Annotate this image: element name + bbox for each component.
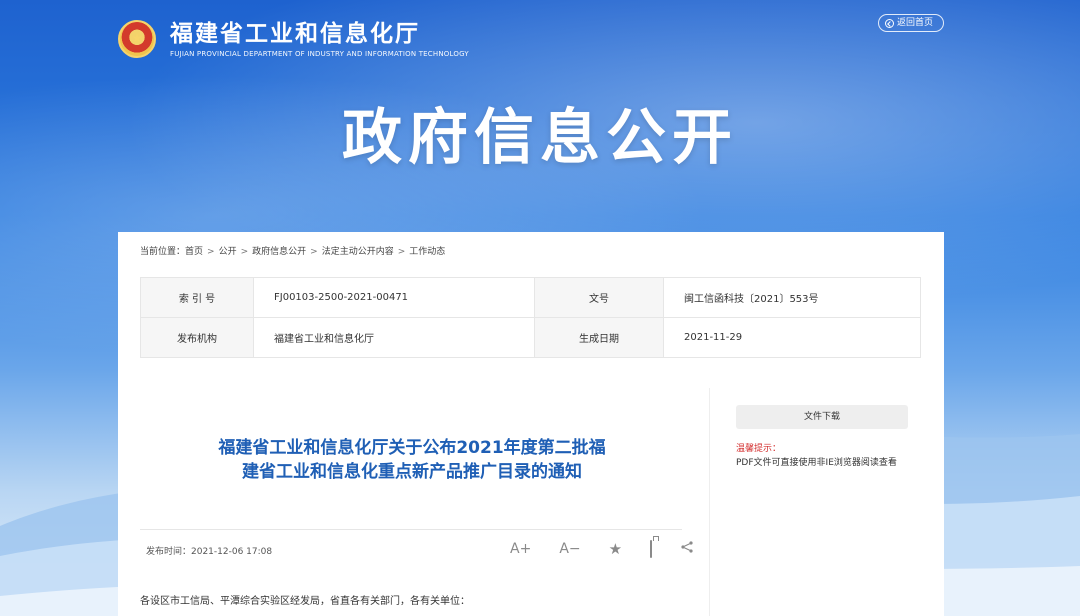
date-value: 2021-11-29 [663,317,921,358]
document-meta-table: 索 引 号 FJ00103-2500-2021-00471 文号 闽工信函科技〔… [140,277,921,358]
share-button[interactable] [674,540,700,558]
print-button[interactable] [644,540,658,558]
breadcrumb-separator: > [310,247,318,257]
banner-title: 政府信息公开 [342,103,738,173]
breadcrumb-item-work-news[interactable]: 工作动态 [409,247,445,257]
national-emblem-icon [118,20,156,58]
table-row: 索 引 号 FJ00103-2500-2021-00471 文号 闽工信函科技〔… [140,277,921,318]
issuer-value: 福建省工业和信息化厅 [253,317,535,358]
return-home-label: 返回首页 [896,18,933,28]
doc-no-label: 文号 [534,277,664,318]
breadcrumb-separator: > [207,247,215,257]
index-value: FJ00103-2500-2021-00471 [253,277,535,318]
article-greeting: 各设区市工信局、平潭综合实验区经发局，省直各有关部门，各有关单位： [140,596,470,607]
breadcrumb-item-gov-info[interactable]: 政府信息公开 [252,247,306,257]
site-branding[interactable]: 福建省工业和信息化厅 FUJIAN PROVINCIAL DEPARTMENT … [170,21,469,58]
site-title: 福建省工业和信息化厅 [170,20,420,47]
breadcrumb-prefix: 当前位置： [140,247,186,257]
site-subtitle: FUJIAN PROVINCIAL DEPARTMENT OF INDUSTRY… [170,49,469,58]
doc-no-value: 闽工信函科技〔2021〕553号 [663,277,921,318]
breadcrumb-item-public[interactable]: 公开 [219,247,237,257]
sidebar-divider [709,388,710,616]
breadcrumb: 当前位置：首页 > 公开 > 政府信息公开 > 法定主动公开内容 > 工作动态 [140,244,445,257]
file-download-button[interactable]: 文件下载 [736,405,908,429]
font-increase-button[interactable]: A+ [504,541,537,557]
breadcrumb-item-home[interactable]: 首页 [185,247,203,257]
breadcrumb-item-statutory[interactable]: 法定主动公开内容 [322,247,394,257]
site-header: 福建省工业和信息化厅 FUJIAN PROVINCIAL DEPARTMENT … [118,16,469,62]
breadcrumb-separator: > [397,247,406,257]
article-divider [140,529,682,530]
printer-icon [650,540,653,558]
return-home-button[interactable]: 返回首页 [877,14,944,32]
date-label: 生成日期 [534,317,664,358]
back-icon [884,19,894,28]
breadcrumb-separator: > [240,247,249,257]
tip-text: PDF文件可直接使用非IE浏览器阅读查看 [736,458,897,468]
share-icon [681,541,693,553]
font-decrease-button[interactable]: A− [553,541,586,557]
issuer-label: 发布机构 [140,317,254,358]
article-title: 福建省工业和信息化厅关于公布2021年度第二批福建省工业和信息化重点新产品推广目… [218,438,606,482]
favorite-star-icon[interactable]: ★ [603,541,628,557]
article-tools: A+ A− ★ [504,538,693,560]
index-label: 索 引 号 [140,277,254,318]
publish-time: 发布时间：2021-12-06 17:08 [146,547,273,557]
table-row: 发布机构 福建省工业和信息化厅 生成日期 2021-11-29 [140,317,921,358]
content-panel: 当前位置：首页 > 公开 > 政府信息公开 > 法定主动公开内容 > 工作动态 索 引 号 FJ… [118,232,944,616]
tip-title: 温馨提示： [736,444,782,454]
